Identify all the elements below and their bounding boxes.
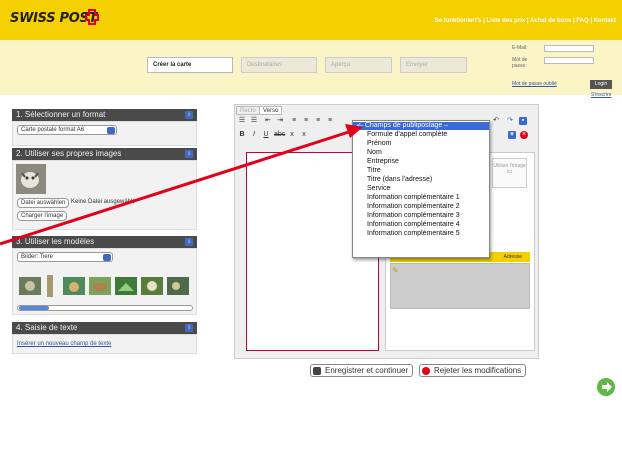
undo-icon[interactable]: ↶: [492, 117, 500, 125]
dropdown-item[interactable]: Titre (dans l'adresse): [353, 176, 489, 184]
template-thumbnail[interactable]: [63, 277, 85, 295]
forgot-password-link[interactable]: Mot de passe oublié: [512, 81, 557, 87]
category-select-value: Bilder: Tiere: [21, 254, 54, 260]
info-icon[interactable]: i: [185, 324, 193, 332]
format-select[interactable]: Carte postale format A6: [17, 125, 117, 135]
indent-icon[interactable]: ⇥: [276, 117, 284, 125]
numbered-list-icon[interactable]: ☰: [250, 117, 258, 125]
pencil-icon[interactable]: ✎: [392, 266, 399, 275]
email-field[interactable]: [544, 45, 594, 52]
dropdown-item[interactable]: Formule d'appel complète: [353, 131, 489, 139]
panel-own-images-title: 2. Utiliser ses propres images: [16, 149, 122, 158]
chevron-down-icon: [107, 127, 115, 134]
bullet-list-icon[interactable]: ☰: [238, 117, 246, 125]
align-center-icon[interactable]: ≡: [302, 117, 310, 125]
choose-file-button[interactable]: Datei auswählen: [17, 198, 70, 208]
panel-format-header[interactable]: 1. Sélectionner un format i: [12, 109, 197, 121]
format-select-value: Carte postale format A6: [21, 127, 85, 133]
save-continue-label: Enregistrer et continuer: [325, 366, 409, 375]
step-send[interactable]: Envoyer: [400, 57, 467, 73]
address-block[interactable]: [390, 263, 530, 309]
template-thumbnail[interactable]: [167, 277, 189, 295]
top-nav-links[interactable]: So funktioniert's | Liste des prix | Ach…: [434, 18, 616, 24]
template-thumbnail[interactable]: [19, 277, 41, 295]
panel-templates-body: Bilder: Tiere: [12, 248, 197, 315]
italic-icon[interactable]: I: [250, 131, 258, 139]
merge-fields-dropdown[interactable]: – Champs de publipostage – Formule d'app…: [352, 120, 490, 258]
tab-recto[interactable]: Recto: [236, 106, 260, 115]
save-icon: [313, 367, 321, 375]
dropdown-item[interactable]: – Champs de publipostage –: [353, 122, 489, 130]
step-preview[interactable]: Aperçu: [325, 57, 392, 73]
panel-text-body: Insérer un nouveau champ de texte: [12, 334, 197, 354]
upload-image-button[interactable]: Charger l'image: [17, 211, 68, 221]
reject-changes-button[interactable]: Rejeter les modifications: [419, 364, 527, 377]
panel-text-header[interactable]: 4. Saisie de texte i: [12, 322, 197, 334]
swiss-cross-icon: [85, 9, 99, 25]
redo-icon[interactable]: ↷: [506, 117, 514, 125]
step-recipients[interactable]: Destinataires: [241, 57, 317, 73]
dropdown-item[interactable]: Entreprise: [353, 158, 489, 166]
dropdown-item[interactable]: Information complémentaire 4: [353, 221, 489, 229]
password-field[interactable]: [544, 57, 594, 64]
next-arrow-icon[interactable]: [597, 378, 615, 396]
dropdown-item[interactable]: Information complémentaire 1: [353, 194, 489, 202]
step-create-card[interactable]: Créer la carte: [147, 57, 233, 73]
password-label: Mot de passe:: [512, 57, 528, 69]
stamp-placeholder[interactable]: Utiliser l'image ici: [492, 158, 527, 188]
save-continue-button[interactable]: Enregistrer et continuer: [310, 364, 414, 377]
email-label: E-Mail:: [512, 45, 528, 51]
info-icon[interactable]: i: [185, 150, 193, 158]
dropdown-item[interactable]: Service: [353, 185, 489, 193]
panel-templates-header[interactable]: 3. Utiliser les modèles i: [12, 236, 197, 248]
strikethrough-icon[interactable]: abc: [274, 131, 285, 139]
save-icon[interactable]: ▪: [519, 117, 527, 125]
superscript-icon[interactable]: x: [300, 131, 308, 139]
align-right-icon[interactable]: ≡: [314, 117, 322, 125]
template-thumbnail[interactable]: [141, 277, 163, 295]
template-thumbnail[interactable]: [115, 277, 137, 295]
reject-changes-label: Rejeter les modifications: [434, 366, 522, 375]
delete-icon[interactable]: ×: [520, 131, 528, 139]
no-file-label: Keine Datei ausgewählt: [71, 199, 135, 205]
align-left-icon[interactable]: ≡: [290, 117, 298, 125]
bold-icon[interactable]: B: [238, 131, 246, 139]
chevron-down-icon: [103, 254, 111, 261]
uploaded-cat-thumbnail[interactable]: [16, 164, 46, 194]
panel-own-images-body: Datei auswählen Keine Datei ausgewählt C…: [12, 160, 197, 230]
align-justify-icon[interactable]: ≡: [326, 117, 334, 125]
dropdown-arrow-icon[interactable]: ▾: [508, 131, 516, 139]
panel-own-images-header[interactable]: 2. Utiliser ses propres images i: [12, 148, 197, 160]
dropdown-item[interactable]: Information complémentaire 5: [353, 230, 489, 238]
thumbnail-scrollbar[interactable]: [17, 305, 193, 311]
template-thumbnail[interactable]: [89, 277, 111, 295]
checkmark-icon: ✓: [356, 122, 362, 129]
panel-templates-title: 3. Utiliser les modèles: [16, 237, 95, 246]
underline-icon[interactable]: U: [262, 131, 270, 139]
info-icon[interactable]: i: [185, 238, 193, 246]
dropdown-item[interactable]: Information complémentaire 3: [353, 212, 489, 220]
reject-icon: [422, 367, 430, 375]
dropdown-item[interactable]: Prénom: [353, 140, 489, 148]
dropdown-item[interactable]: Nom: [353, 149, 489, 157]
register-link[interactable]: S'inscrire: [591, 92, 611, 98]
outdent-icon[interactable]: ⇤: [264, 117, 272, 125]
info-icon[interactable]: i: [185, 111, 193, 119]
panel-text-title: 4. Saisie de texte: [16, 323, 78, 332]
dropdown-item[interactable]: Titre: [353, 167, 489, 175]
template-thumbnail[interactable]: [47, 275, 53, 297]
panel-format-title: 1. Sélectionner un format: [16, 110, 106, 119]
subscript-icon[interactable]: x: [288, 131, 296, 139]
scrollbar-thumb[interactable]: [19, 306, 49, 310]
panel-format-body: Carte postale format A6: [12, 121, 197, 146]
dropdown-item[interactable]: Information complémentaire 2: [353, 203, 489, 211]
login-button[interactable]: Login: [590, 80, 612, 89]
add-text-field-link[interactable]: Insérer un nouveau champ de texte: [17, 341, 111, 347]
category-select[interactable]: Bilder: Tiere: [17, 252, 113, 262]
tab-verso[interactable]: Verso: [259, 106, 283, 115]
